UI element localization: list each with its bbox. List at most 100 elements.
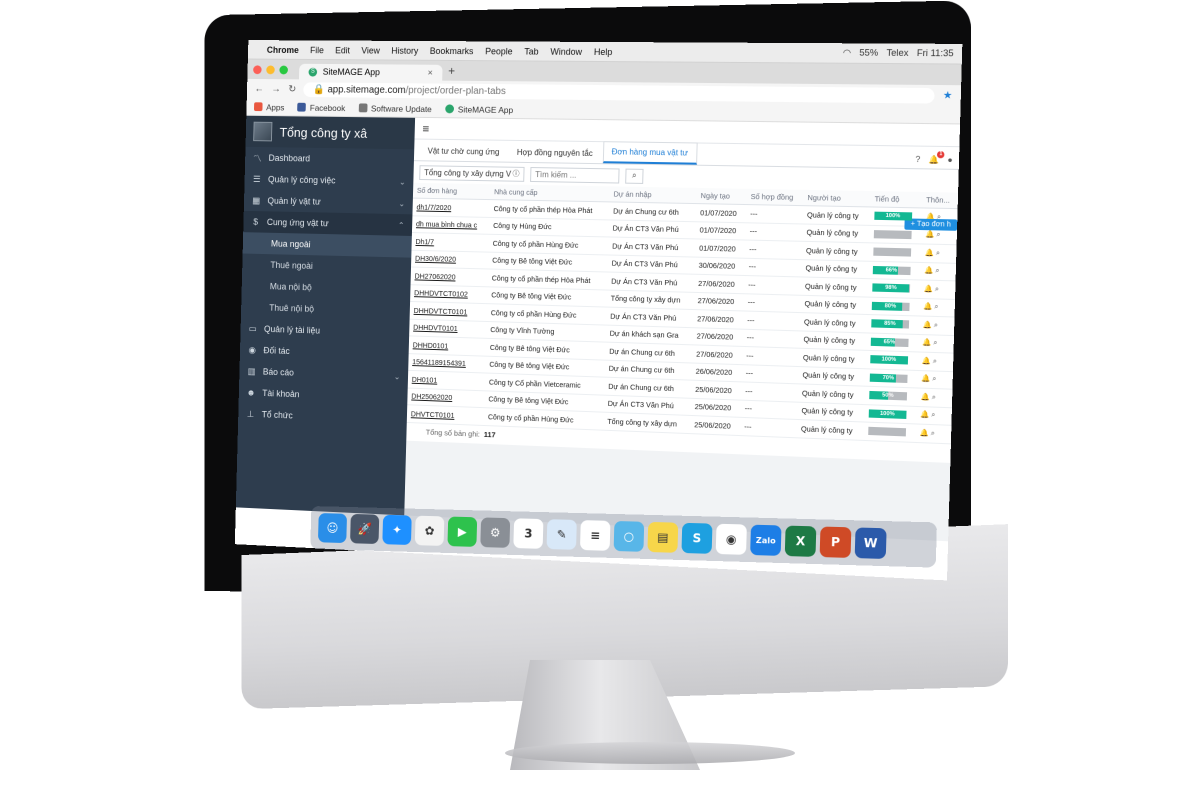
dock-glyph: ⚙: [489, 525, 501, 540]
row-actions: 🔔 ⌕: [917, 333, 955, 354]
search-icon[interactable]: ⌕: [932, 376, 936, 383]
bell-icon[interactable]: 🔔: [925, 249, 936, 256]
tab-purchase-orders[interactable]: Đơn hàng mua vật tư: [602, 141, 698, 165]
calendar-icon[interactable]: 3: [513, 518, 544, 549]
col-contract[interactable]: Số hợp đồng: [746, 188, 804, 206]
close-window-button[interactable]: [253, 64, 262, 74]
forward-arrow-icon[interactable]: →: [271, 84, 281, 95]
sidebar-item-dashboard[interactable]: 〽 Dashboard: [245, 147, 414, 171]
skype-icon[interactable]: S: [681, 522, 713, 554]
search-input[interactable]: [530, 166, 620, 184]
word-icon[interactable]: W: [854, 527, 887, 559]
search-icon[interactable]: ⌕: [932, 394, 936, 401]
chrome-icon[interactable]: ◉: [715, 523, 747, 555]
menu-edit[interactable]: Edit: [335, 45, 350, 55]
menu-help[interactable]: Help: [594, 46, 613, 56]
order-code-link[interactable]: DH27062020: [410, 267, 489, 287]
brand[interactable]: Tổng công ty xâ: [245, 115, 416, 150]
menu-file[interactable]: File: [310, 45, 324, 55]
excel-icon[interactable]: X: [784, 525, 817, 557]
bell-icon[interactable]: 🔔: [920, 412, 931, 420]
company-select[interactable]: Tổng công ty xây dựng V ⓘ: [419, 164, 525, 182]
powerpoint-icon[interactable]: P: [819, 526, 852, 558]
bell-icon[interactable]: 🔔: [923, 321, 934, 329]
maximize-window-button[interactable]: [279, 65, 289, 74]
hamburger-menu-icon[interactable]: ≡: [422, 121, 429, 135]
bell-icon[interactable]: 🔔: [920, 394, 931, 402]
bell-icon[interactable]: 🔔: [921, 376, 932, 384]
notes-icon[interactable]: ▤: [647, 521, 679, 553]
search-icon[interactable]: ⌕: [935, 286, 939, 293]
reload-icon[interactable]: ↻: [288, 84, 296, 95]
finder-icon[interactable]: ☺: [317, 513, 348, 544]
bookmark-software-update[interactable]: Software Update: [358, 103, 432, 114]
zalo-icon[interactable]: Zalo: [750, 524, 782, 556]
settings-icon[interactable]: ⚙: [480, 517, 511, 548]
date-cell: 27/06/2020: [693, 274, 745, 294]
search-icon[interactable]: ⌕: [936, 250, 940, 257]
col-date[interactable]: Ngày tạo: [696, 187, 747, 205]
col-progress[interactable]: Tiến độ: [870, 191, 923, 208]
search-icon[interactable]: ⌕: [931, 430, 935, 437]
new-tab-button[interactable]: +: [448, 64, 455, 81]
bell-icon[interactable]: 🔔: [925, 231, 936, 238]
bell-icon[interactable]: 🔔: [923, 303, 934, 311]
star-icon[interactable]: ★: [943, 90, 953, 101]
input-source[interactable]: Telex: [886, 48, 908, 59]
col-order-no[interactable]: Số đơn hàng: [412, 182, 491, 200]
search-icon[interactable]: ⌕: [931, 412, 935, 419]
create-order-button[interactable]: + Tạo đơn h: [904, 218, 958, 231]
progress-label: 66%: [885, 267, 898, 274]
back-arrow-icon[interactable]: ←: [254, 83, 264, 94]
bell-icon[interactable]: 🔔: [922, 339, 933, 347]
clock[interactable]: Fri 11:35: [917, 48, 954, 60]
facetime-icon[interactable]: ▶: [447, 516, 478, 547]
wifi-icon[interactable]: ◠: [843, 47, 851, 58]
search-icon[interactable]: ⌕: [935, 268, 939, 275]
photos-icon[interactable]: ✿: [414, 515, 445, 546]
search-icon[interactable]: ⌕: [933, 358, 937, 365]
tab-framework-contracts[interactable]: Hợp đồng nguyên tắc: [509, 143, 601, 163]
bell-icon[interactable]: 🔔: [924, 285, 935, 293]
help-icon[interactable]: ?: [915, 155, 920, 164]
order-code-link[interactable]: dh mua bình chua c: [411, 215, 490, 235]
menu-window[interactable]: Window: [550, 46, 582, 56]
bookmark-apps[interactable]: Apps: [253, 102, 285, 112]
app-icon[interactable]: ○: [613, 520, 645, 552]
search-icon[interactable]: ⌕: [933, 340, 937, 347]
order-code-link[interactable]: DH30/6/2020: [411, 249, 489, 269]
bell-icon[interactable]: 🔔: [924, 267, 935, 274]
order-code-link[interactable]: dh1/7/2020: [412, 198, 490, 217]
order-code-link[interactable]: DHHDVTCT0102: [410, 284, 488, 304]
search-icon[interactable]: ⌕: [625, 168, 644, 184]
menu-chrome[interactable]: Chrome: [267, 45, 299, 55]
bookmark-sitemage[interactable]: SiteMAGE App: [445, 104, 513, 115]
menu-view[interactable]: View: [361, 45, 380, 55]
col-project[interactable]: Dự án nhập: [609, 186, 697, 204]
menu-tab[interactable]: Tab: [524, 46, 539, 56]
preview-icon[interactable]: ✎: [546, 519, 577, 550]
col-creator[interactable]: Người tạo: [803, 189, 871, 207]
search-icon[interactable]: ⌕: [934, 322, 938, 329]
bell-icon[interactable]: 🔔: [921, 358, 932, 366]
menu-history[interactable]: History: [391, 45, 418, 55]
safari-icon[interactable]: ✦: [382, 514, 412, 545]
bell-icon[interactable]: 🔔 1: [928, 151, 945, 164]
reminders-icon[interactable]: ≡: [579, 520, 611, 551]
close-tab-button[interactable]: ×: [428, 68, 433, 78]
col-info[interactable]: Thôn...: [921, 191, 959, 209]
minimize-window-button[interactable]: [266, 64, 275, 74]
menu-bookmarks[interactable]: Bookmarks: [430, 46, 474, 56]
avatar[interactable]: ●: [947, 155, 952, 164]
menu-people[interactable]: People: [485, 46, 513, 56]
dock-glyph: 🚀: [357, 521, 372, 537]
bookmark-facebook[interactable]: Facebook: [297, 102, 345, 113]
launchpad-icon[interactable]: 🚀: [350, 513, 380, 545]
battery-percent: 55%: [859, 47, 879, 58]
search-icon[interactable]: ⌕: [934, 304, 938, 311]
search-icon[interactable]: ⌕: [936, 232, 940, 239]
bell-icon[interactable]: 🔔: [919, 430, 930, 438]
browser-tab[interactable]: S SiteMAGE App ×: [298, 63, 443, 81]
tab-pending-materials[interactable]: Vật tư chờ cung ứng: [420, 142, 508, 162]
order-code-link[interactable]: Dh1/7: [411, 232, 490, 252]
